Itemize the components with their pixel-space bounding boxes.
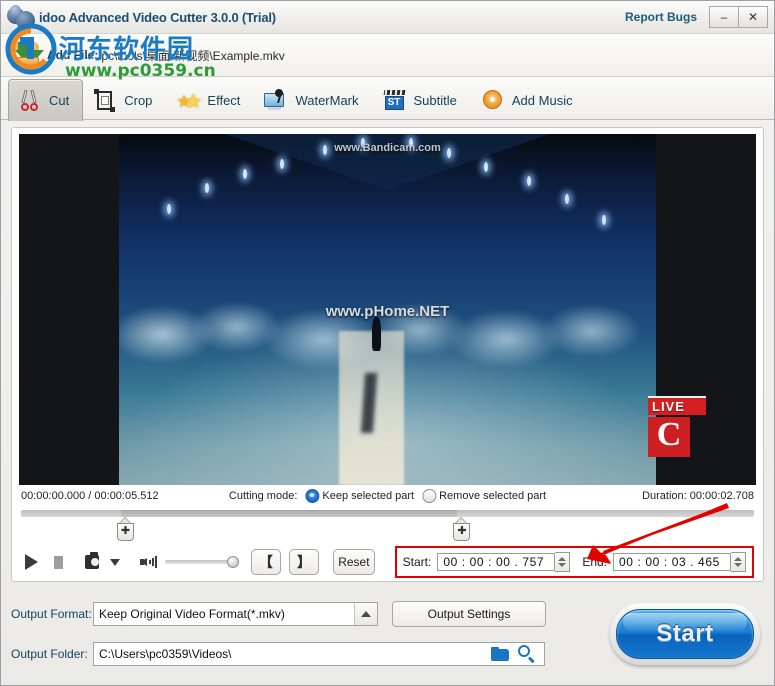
- tab-subtitle-label: Subtitle: [413, 93, 457, 108]
- scissors-icon: [18, 89, 42, 113]
- tab-watermark[interactable]: WaterMark: [254, 79, 372, 121]
- star-effect-icon: ★ ★: [176, 90, 203, 113]
- video-frame: [19, 134, 756, 486]
- channel-logo-letter: C: [648, 417, 690, 458]
- cutting-mode-label: Cutting mode:: [228, 490, 298, 503]
- volume-slider[interactable]: [165, 555, 240, 569]
- output-format-value: Keep Original Video Format(*.mkv): [99, 607, 285, 621]
- arena-ceiling: [119, 134, 656, 191]
- end-time-spinner[interactable]: [731, 552, 746, 573]
- start-time-spinner[interactable]: [555, 552, 571, 573]
- title-bar-actions: Report Bugs – ✕: [625, 6, 774, 28]
- watermark-icon: [264, 88, 288, 113]
- volume-icon[interactable]: [140, 555, 157, 569]
- timeline[interactable]: ✚ ✚: [21, 507, 754, 544]
- editor-panel: www.Bandicam.com www.pHome.NET LIVE C 00…: [11, 127, 764, 582]
- position-total-time: 00:00:00.000 / 00:00:05.512: [21, 490, 159, 503]
- start-time-label: Start:: [402, 555, 432, 570]
- caret-up-icon[interactable]: [354, 603, 377, 625]
- radio-keep-selected-part[interactable]: [305, 489, 320, 504]
- radio-remove-selected-part-label[interactable]: Remove selected part: [439, 490, 546, 502]
- radio-keep-selected-part-label[interactable]: Keep selected part: [322, 490, 414, 502]
- tab-effect[interactable]: ★ ★ Effect: [166, 79, 254, 121]
- music-disc-icon: [481, 89, 505, 113]
- trim-marker-start[interactable]: ✚: [117, 517, 135, 541]
- tool-tabs: Cut Crop ★ ★ Effect WaterMark ST Subtitl…: [1, 77, 774, 121]
- output-folder-label: Output Folder:: [11, 647, 88, 661]
- tab-crop-label: Crop: [124, 93, 153, 108]
- window-title: idoo Advanced Video Cutter 3.0.0 (Trial): [39, 9, 276, 25]
- trim-marker-end[interactable]: ✚: [453, 517, 471, 541]
- output-folder-input[interactable]: C:\Users\pc0359\Videos\: [93, 642, 545, 666]
- live-badge-label: LIVE: [648, 396, 706, 416]
- report-bugs-link[interactable]: Report Bugs: [625, 10, 697, 24]
- folder-icon[interactable]: [491, 646, 511, 662]
- add-file-download-icon[interactable]: [9, 39, 44, 71]
- output-settings-button[interactable]: Output Settings: [392, 601, 546, 627]
- selection-duration: Duration: 00:00:02.708: [642, 490, 754, 503]
- tab-subtitle[interactable]: ST Subtitle: [373, 79, 471, 121]
- camera-icon[interactable]: [85, 552, 100, 570]
- start-button-label: Start: [656, 620, 714, 647]
- add-file-label: Add File:: [47, 48, 99, 62]
- add-file-bar: Add File: pc\tools\桌面\新视频\Example.mkv: [1, 34, 774, 77]
- end-time-label: End:: [582, 555, 607, 570]
- set-start-point-button[interactable]: 【: [250, 549, 281, 576]
- start-time-input[interactable]: 00 : 00 : 00 . 757: [437, 553, 556, 572]
- output-format-select[interactable]: Keep Original Video Format(*.mkv): [93, 602, 378, 626]
- crop-icon: [93, 88, 117, 113]
- play-icon[interactable]: [25, 554, 38, 571]
- playback-controls: 【 】 Reset Start: 00 : 00 : 00 . 757 End:…: [21, 544, 754, 581]
- start-button[interactable]: Start: [610, 603, 760, 665]
- title-bar: idoo Advanced Video Cutter 3.0.0 (Trial)…: [1, 1, 774, 34]
- radio-remove-selected-part[interactable]: [422, 489, 437, 504]
- output-format-label: Output Format:: [11, 607, 92, 621]
- timeline-selection: [120, 509, 458, 517]
- application-window: idoo Advanced Video Cutter 3.0.0 (Trial)…: [0, 0, 775, 686]
- close-button[interactable]: ✕: [739, 6, 768, 28]
- output-folder-value: C:\Users\pc0359\Videos\: [99, 647, 232, 661]
- tab-add-music[interactable]: Add Music: [471, 79, 587, 121]
- film-reel-icon: [7, 5, 37, 30]
- tab-cut[interactable]: Cut: [8, 79, 84, 121]
- cutting-mode-group: Cutting mode: Keep selected part Remove …: [228, 489, 546, 504]
- end-time-input[interactable]: 00 : 00 : 03 . 465: [613, 553, 731, 572]
- performer-figure: [372, 316, 382, 351]
- tab-effect-label: Effect: [207, 93, 241, 108]
- trim-time-fields: Start: 00 : 00 : 00 . 757 End: 00 : 00 :…: [394, 546, 754, 579]
- tab-watermark-label: WaterMark: [295, 93, 359, 108]
- start-button-inner: Start: [616, 609, 754, 659]
- minimize-button[interactable]: –: [709, 6, 739, 28]
- tab-add-music-label: Add Music: [511, 93, 573, 108]
- set-end-point-button[interactable]: 】: [288, 549, 320, 576]
- chevron-down-icon[interactable]: [110, 558, 121, 566]
- reset-button[interactable]: Reset: [333, 549, 375, 576]
- search-icon[interactable]: [517, 644, 537, 664]
- stage-scene: [119, 134, 656, 486]
- playback-status-bar: 00:00:00.000 / 00:00:05.512 Cutting mode…: [12, 485, 763, 506]
- subtitle-st-icon: ST: [383, 89, 407, 113]
- tab-crop[interactable]: Crop: [83, 79, 166, 121]
- tab-cut-label: Cut: [49, 93, 70, 108]
- video-preview[interactable]: www.Bandicam.com www.pHome.NET LIVE C: [19, 134, 756, 486]
- live-broadcast-logo: LIVE C: [648, 396, 714, 458]
- add-file-path: pc\tools\桌面\新视频\Example.mkv: [101, 48, 285, 63]
- stop-icon[interactable]: [54, 555, 64, 569]
